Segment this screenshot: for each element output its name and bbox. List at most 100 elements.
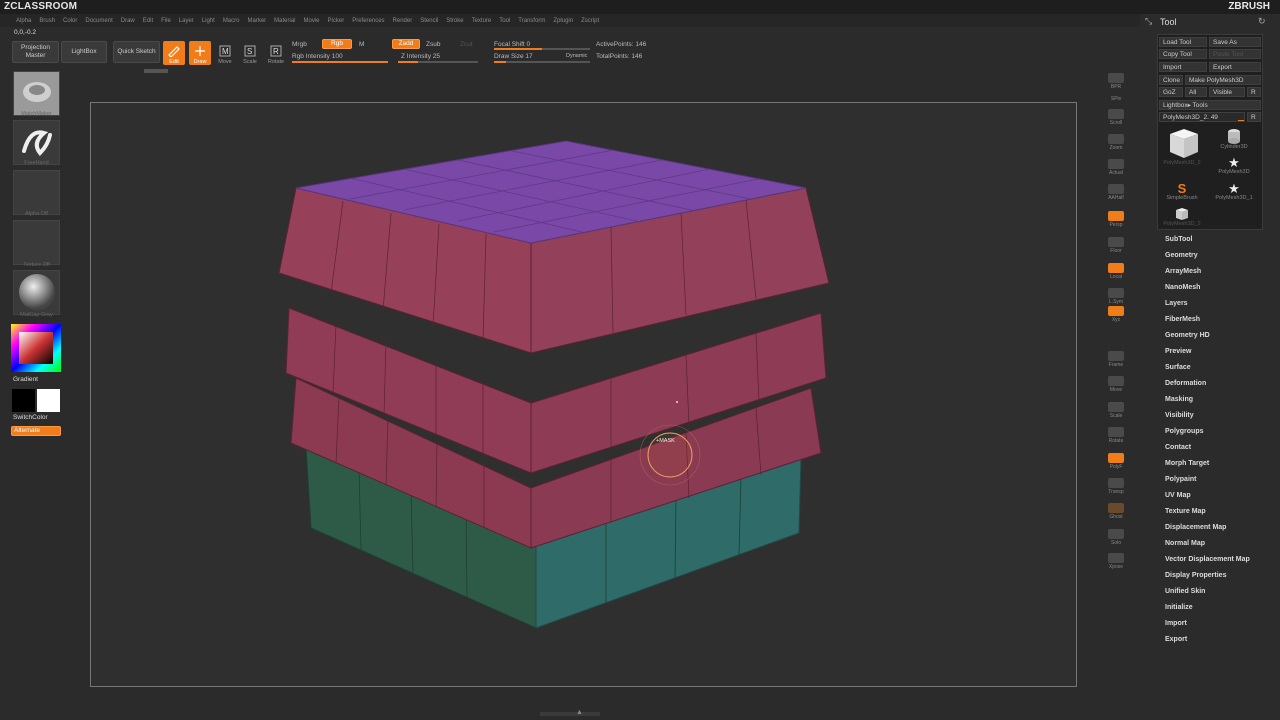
m-button[interactable]: M — [359, 41, 364, 48]
scale-view-button[interactable]: Scale — [1103, 397, 1129, 419]
paste-tool-button[interactable]: Paste Tool — [1209, 49, 1261, 59]
subpalette-surface[interactable]: Surface — [1165, 364, 1191, 371]
draw-mode-button[interactable]: Draw — [189, 41, 211, 65]
switch-color-button[interactable]: SwitchColor — [13, 414, 48, 421]
subpalette-geometry-hd[interactable]: Geometry HD — [1165, 332, 1210, 339]
brush-selector[interactable] — [13, 71, 60, 116]
main-color-swatch[interactable] — [12, 389, 35, 412]
lightbox-button[interactable]: LightBox — [61, 41, 107, 63]
rgb-button[interactable]: Rgb — [322, 39, 352, 49]
alternate-button[interactable]: Alternate — [11, 426, 61, 436]
menu-marker[interactable]: Marker — [243, 18, 270, 24]
alpha-selector[interactable] — [13, 170, 60, 215]
tool-thumb-cylinder[interactable]: Cylinder3D — [1212, 124, 1256, 150]
edit-mode-button[interactable]: Edit — [163, 41, 185, 65]
subpalette-displacement-map[interactable]: Displacement Map — [1165, 524, 1226, 531]
floor-button[interactable]: Floor — [1103, 232, 1129, 254]
color-picker[interactable] — [11, 324, 61, 372]
subpalette-deformation[interactable]: Deformation — [1165, 380, 1206, 387]
menu-stroke[interactable]: Stroke — [442, 18, 467, 24]
subpalette-fibermesh[interactable]: FiberMesh — [1165, 316, 1200, 323]
save-as-button[interactable]: Save As — [1209, 37, 1261, 47]
reset-icon[interactable]: ↻ — [1258, 16, 1266, 27]
goz-button[interactable]: GoZ — [1159, 87, 1183, 97]
tool-palette-title[interactable]: Tool — [1160, 17, 1177, 27]
menu-document[interactable]: Document — [81, 18, 116, 24]
mesh-render[interactable] — [91, 103, 1076, 686]
zoom-button[interactable]: Zoom — [1103, 129, 1129, 151]
bpr-button[interactable]: BPR — [1103, 70, 1129, 90]
subpalette-arraymesh[interactable]: ArrayMesh — [1165, 268, 1201, 275]
tool-thumb-main[interactable]: PolyMesh3D_2 — [1160, 124, 1204, 166]
polyf-button[interactable]: PolyF — [1103, 448, 1129, 470]
xpose-button[interactable]: Xpose — [1103, 548, 1129, 570]
persp-button[interactable]: Persp — [1103, 206, 1129, 228]
subpalette-texture-map[interactable]: Texture Map — [1165, 508, 1206, 515]
stroke-selector[interactable] — [13, 120, 60, 165]
menu-picker[interactable]: Picker — [324, 18, 349, 24]
subpalette-polypaint[interactable]: Polypaint — [1165, 476, 1197, 483]
menu-zscript[interactable]: Zscript — [577, 18, 603, 24]
menu-movie[interactable]: Movie — [300, 18, 324, 24]
transp-button[interactable]: Transp — [1103, 473, 1129, 495]
move-view-button[interactable]: Move — [1103, 371, 1129, 393]
subpalette-polygroups[interactable]: Polygroups — [1165, 428, 1204, 435]
subpalette-import[interactable]: Import — [1165, 620, 1187, 627]
frame-button[interactable]: Frame — [1103, 346, 1129, 368]
focal-shift-slider[interactable] — [494, 48, 590, 50]
solo-button[interactable]: Solo — [1103, 524, 1129, 546]
menu-preferences[interactable]: Preferences — [348, 18, 388, 24]
z-intensity-slider[interactable] — [398, 61, 478, 63]
subpalette-geometry[interactable]: Geometry — [1165, 252, 1198, 259]
menu-tool[interactable]: Tool — [495, 18, 514, 24]
subpalette-visibility[interactable]: Visibility — [1165, 412, 1194, 419]
subpalette-preview[interactable]: Preview — [1165, 348, 1191, 355]
tool-thumb-polymesh[interactable]: ★ PolyMesh3D — [1212, 150, 1256, 175]
chevron-up-icon[interactable]: ▲ — [576, 709, 583, 716]
menu-material[interactable]: Material — [270, 18, 299, 24]
menu-draw[interactable]: Draw — [117, 18, 139, 24]
menu-stencil[interactable]: Stencil — [416, 18, 442, 24]
copy-tool-button[interactable]: Copy Tool — [1159, 49, 1207, 59]
goz-visible-button[interactable]: Visible — [1209, 87, 1245, 97]
subpalette-contact[interactable]: Contact — [1165, 444, 1191, 451]
subpalette-display-properties[interactable]: Display Properties — [1165, 572, 1226, 579]
tool-thumb-simplebrush[interactable]: S SimpleBrush — [1160, 175, 1204, 201]
rotate-view-button[interactable]: Rotate — [1103, 422, 1129, 444]
subpalette-masking[interactable]: Masking — [1165, 396, 1193, 403]
menu-layer[interactable]: Layer — [175, 18, 198, 24]
toolbar-scroll-indicator[interactable] — [144, 69, 168, 73]
menu-brush[interactable]: Brush — [35, 18, 59, 24]
gradient-toggle[interactable]: Gradient — [13, 376, 38, 383]
subpalette-subtool[interactable]: SubTool — [1165, 236, 1192, 243]
draw-size-slider[interactable] — [494, 61, 590, 63]
scroll-button[interactable]: Scroll — [1103, 104, 1129, 126]
goz-r-button[interactable]: R — [1247, 87, 1261, 97]
bottom-tray-handle[interactable] — [540, 712, 600, 716]
subpalette-unified-skin[interactable]: Unified Skin — [1165, 588, 1205, 595]
move-mode-button[interactable]: M Move — [214, 41, 236, 65]
tool-thumb-polymesh-1[interactable]: ★ PolyMesh3D_1 — [1212, 175, 1256, 201]
local-button[interactable]: Local — [1103, 258, 1129, 280]
projection-master-button[interactable]: Projection Master — [12, 41, 59, 63]
export-tool-button[interactable]: Export — [1209, 62, 1261, 72]
subpalette-morph-target[interactable]: Morph Target — [1165, 460, 1209, 467]
subpalette-uv-map[interactable]: UV Map — [1165, 492, 1191, 499]
spix-button[interactable]: SPix — [1103, 92, 1129, 102]
actual-button[interactable]: Actual — [1103, 154, 1129, 176]
menu-macro[interactable]: Macro — [219, 18, 244, 24]
zcut-button[interactable]: Zcut — [460, 41, 473, 48]
subpalette-normal-map[interactable]: Normal Map — [1165, 540, 1205, 547]
menu-render[interactable]: Render — [389, 18, 417, 24]
mrgb-button[interactable]: Mrgb — [292, 41, 307, 48]
xyz-button[interactable]: Xyz — [1103, 305, 1129, 323]
secondary-color-swatch[interactable] — [37, 389, 60, 412]
import-tool-button[interactable]: Import — [1159, 62, 1207, 72]
document-viewport[interactable]: +MASK — [90, 102, 1077, 687]
zsub-button[interactable]: Zsub — [426, 41, 440, 48]
tool-r-button[interactable]: R — [1247, 112, 1261, 122]
zadd-button[interactable]: Zadd — [392, 39, 420, 49]
dynamic-button[interactable]: Dynamic — [566, 53, 587, 59]
rotate-mode-button[interactable]: R Rotate — [265, 41, 287, 65]
texture-selector[interactable] — [13, 220, 60, 265]
